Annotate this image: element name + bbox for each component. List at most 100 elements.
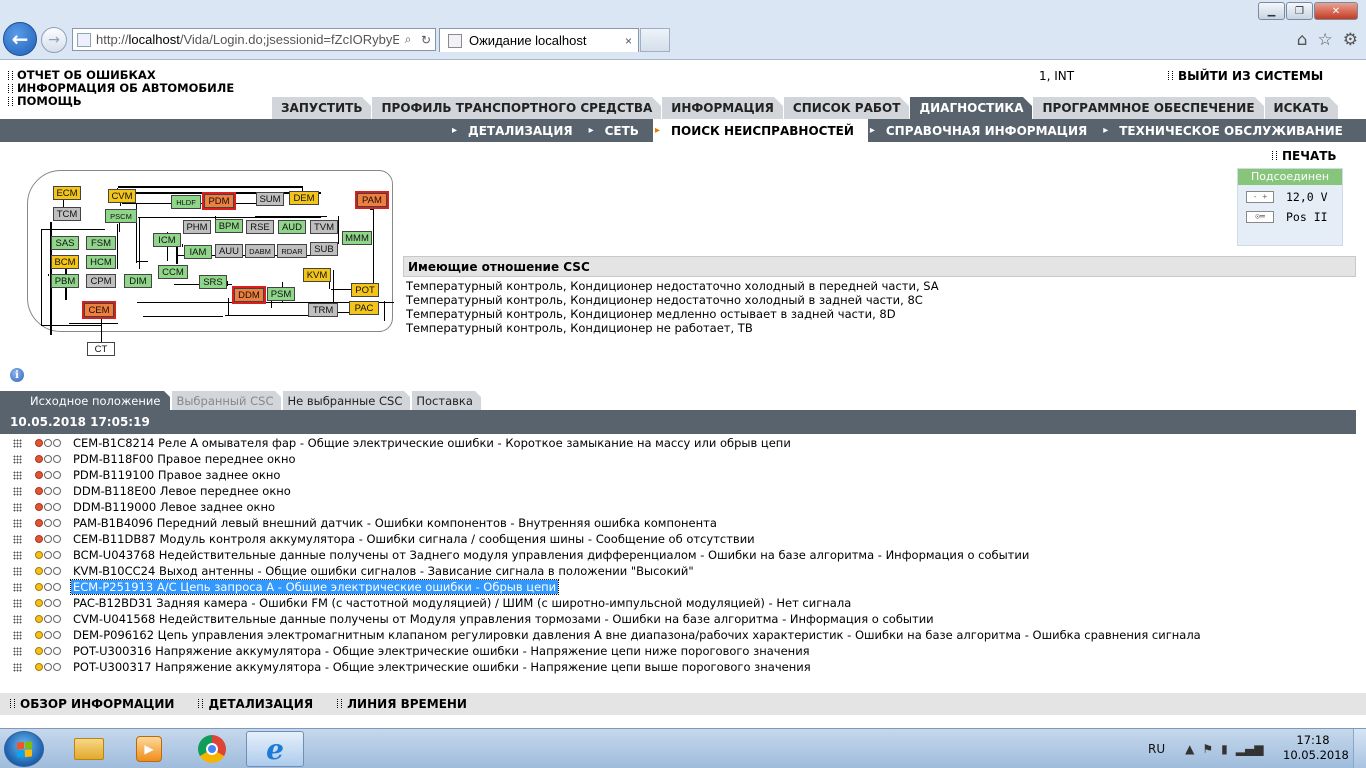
ecu-node-ct[interactable]: CT [87,342,115,356]
maximize-button[interactable]: ❐ [1286,2,1313,20]
info-icon[interactable]: i [10,368,24,382]
taskbar-explorer[interactable] [60,731,118,767]
ecu-node-trm[interactable]: TRM [308,303,338,317]
ecu-node-cem[interactable]: CEM [82,301,116,319]
address-bar[interactable]: http://localhost/Vida/Login.do;jsessioni… [72,28,436,51]
main-tab-5[interactable]: ПРОГРАММНОЕ ОБЕСПЕЧЕНИЕ [1033,97,1265,119]
favorites-star-icon[interactable]: ☆ [1318,30,1333,50]
ecu-node-cvm[interactable]: CVM [108,189,136,203]
sub-tab-1[interactable]: СЕТЬ [587,119,653,142]
ecu-node-bcm[interactable]: BCM [51,255,79,269]
flag-notification-icon[interactable]: ⚑ [1202,742,1213,756]
start-button[interactable] [4,731,44,767]
ecu-node-pdm[interactable]: PDM [202,192,236,210]
tab-close-icon[interactable]: × [625,34,632,48]
dtc-row[interactable]: DDM-B118E00 Левое переднее окно [0,483,1356,499]
power-icon[interactable]: ▮ [1221,742,1228,756]
drag-handle-icon[interactable] [13,550,22,560]
dtc-row[interactable]: PDM-B118F00 Правое переднее окно [0,451,1356,467]
browser-tab[interactable]: Ожидание localhost × [439,28,639,52]
clock[interactable]: 17:18 10.05.2018 [1283,733,1349,763]
drag-handle-icon[interactable] [13,454,22,464]
csc-item[interactable]: Температурный контроль, Кондиционер недо… [406,293,1356,307]
csc-item[interactable]: Температурный контроль, Кондиционер медл… [406,307,1356,321]
ecu-node-dabm[interactable]: DABM [245,244,275,258]
refresh-icon[interactable]: ↻ [417,33,435,47]
ecu-node-rse[interactable]: RSE [246,220,274,234]
ecu-node-rdar[interactable]: RDAR [277,244,307,258]
drag-handle-icon[interactable] [13,438,22,448]
result-tab-2[interactable]: Не выбранные CSC [283,391,413,410]
drag-handle-icon[interactable] [13,470,22,480]
ecu-node-dim[interactable]: DIM [124,274,152,288]
drag-handle-icon[interactable] [13,598,22,608]
main-tab-1[interactable]: ПРОФИЛЬ ТРАНСПОРТНОГО СРЕДСТВА [372,97,663,119]
drag-handle-icon[interactable] [13,534,22,544]
taskbar-internet-explorer[interactable]: e [246,731,304,767]
dtc-row[interactable]: DDM-B119000 Левое заднее окно [0,499,1356,515]
main-tab-4[interactable]: ДИАГНОСТИКА [910,97,1034,119]
ecu-node-pac[interactable]: PAC [349,301,379,315]
ecu-node-ddm[interactable]: DDM [232,286,266,304]
drag-handle-icon[interactable] [13,566,22,576]
dtc-row[interactable]: ECM-P251913 A/C Цепь запроса A - Общие э… [0,579,1356,595]
address-url[interactable]: http://localhost/Vida/Login.do;jsessioni… [96,32,399,47]
dtc-row[interactable]: PAC-B12BD31 Задняя камера - Ошибки FM (с… [0,595,1356,611]
ecu-node-kvm[interactable]: KVM [303,268,331,282]
sub-tab-4[interactable]: ТЕХНИЧЕСКОЕ ОБСЛУЖИВАНИЕ [1101,119,1357,142]
ecu-node-phm[interactable]: PHM [183,220,211,234]
drag-handle-icon[interactable] [13,502,22,512]
drag-handle-icon[interactable] [13,486,22,496]
bottom-nav-item-0[interactable]: ОБЗОР ИНФОРМАЦИИ [10,697,174,711]
ecu-node-hcm[interactable]: HCM [86,255,116,269]
close-window-button[interactable]: ✕ [1314,2,1358,20]
bottom-nav-item-1[interactable]: ДЕТАЛИЗАЦИЯ [198,697,313,711]
show-desktop-button[interactable] [1353,729,1366,768]
dtc-row[interactable]: KVM-B10CC24 Выход антенны - Общие ошибки… [0,563,1356,579]
drag-handle-icon[interactable] [13,518,22,528]
ecu-node-tvm[interactable]: TVM [310,220,338,234]
ecu-node-auu[interactable]: AUU [215,244,243,258]
ecu-node-bpm[interactable]: BPM [215,219,243,233]
dtc-row[interactable]: POT-U300316 Напряжение аккумулятора - Об… [0,643,1356,659]
ecu-node-tcm[interactable]: TCM [53,207,81,221]
result-tab-1[interactable]: Выбранный CSC [172,391,284,410]
result-tab-0[interactable]: Исходное положение [0,391,173,410]
gear-icon[interactable]: ⚙ [1343,30,1358,50]
home-icon[interactable]: ⌂ [1297,30,1308,50]
sub-tab-2[interactable]: ПОИСК НЕИСПРАВНОСТЕЙ [652,119,868,142]
ecu-node-iam[interactable]: IAM [184,245,212,259]
forward-button[interactable]: → [41,27,67,53]
ecu-node-dem[interactable]: DEM [289,191,319,205]
dtc-row[interactable]: CEM-B11DB87 Модуль контроля аккумулятора… [0,531,1356,547]
ecu-node-ccm[interactable]: CCM [158,265,188,279]
ecu-node-sum[interactable]: SUM [256,192,284,206]
csc-item[interactable]: Температурный контроль, Кондиционер не р… [406,321,1356,335]
ecu-node-sas[interactable]: SAS [51,236,79,250]
sub-tab-0[interactable]: ДЕТАЛИЗАЦИЯ [450,119,587,142]
main-tab-6[interactable]: ИСКАТЬ [1264,97,1340,119]
search-icon[interactable]: ⌕ [399,32,417,47]
main-tab-0[interactable]: ЗАПУСТИТЬ [272,97,373,119]
drag-handle-icon[interactable] [13,646,22,656]
back-button[interactable]: ← [3,22,37,56]
dtc-row[interactable]: PAM-B1B4096 Передний левый внешний датчи… [0,515,1356,531]
ecu-node-hldf[interactable]: HLDF [171,195,201,209]
new-tab-button[interactable] [640,28,670,52]
minimize-button[interactable]: ▁ [1258,2,1285,20]
taskbar-media-player[interactable]: ▶ [120,731,178,767]
ecu-node-psm[interactable]: PSM [267,287,295,301]
language-indicator[interactable]: RU [1148,742,1165,756]
ecu-node-cpm[interactable]: CPM [86,274,116,288]
dtc-row[interactable]: PDM-B119100 Правое заднее окно [0,467,1356,483]
ecu-node-fsm[interactable]: FSM [86,236,116,250]
ecu-node-mmm[interactable]: MMM [342,231,372,245]
logout-link[interactable]: ВЫЙТИ ИЗ СИСТЕМЫ [1168,69,1323,83]
ecu-node-pam[interactable]: PAM [355,191,389,209]
help-link[interactable]: ПОМОЩЬ [8,95,234,108]
ecu-node-pot[interactable]: POT [351,283,379,297]
signal-strength-icon[interactable]: ▂▄▆ [1236,742,1264,756]
dtc-row[interactable]: DEM-P096162 Цепь управления электромагни… [0,627,1356,643]
drag-handle-icon[interactable] [13,662,22,672]
ecu-node-pscm[interactable]: PSCM [105,209,137,223]
